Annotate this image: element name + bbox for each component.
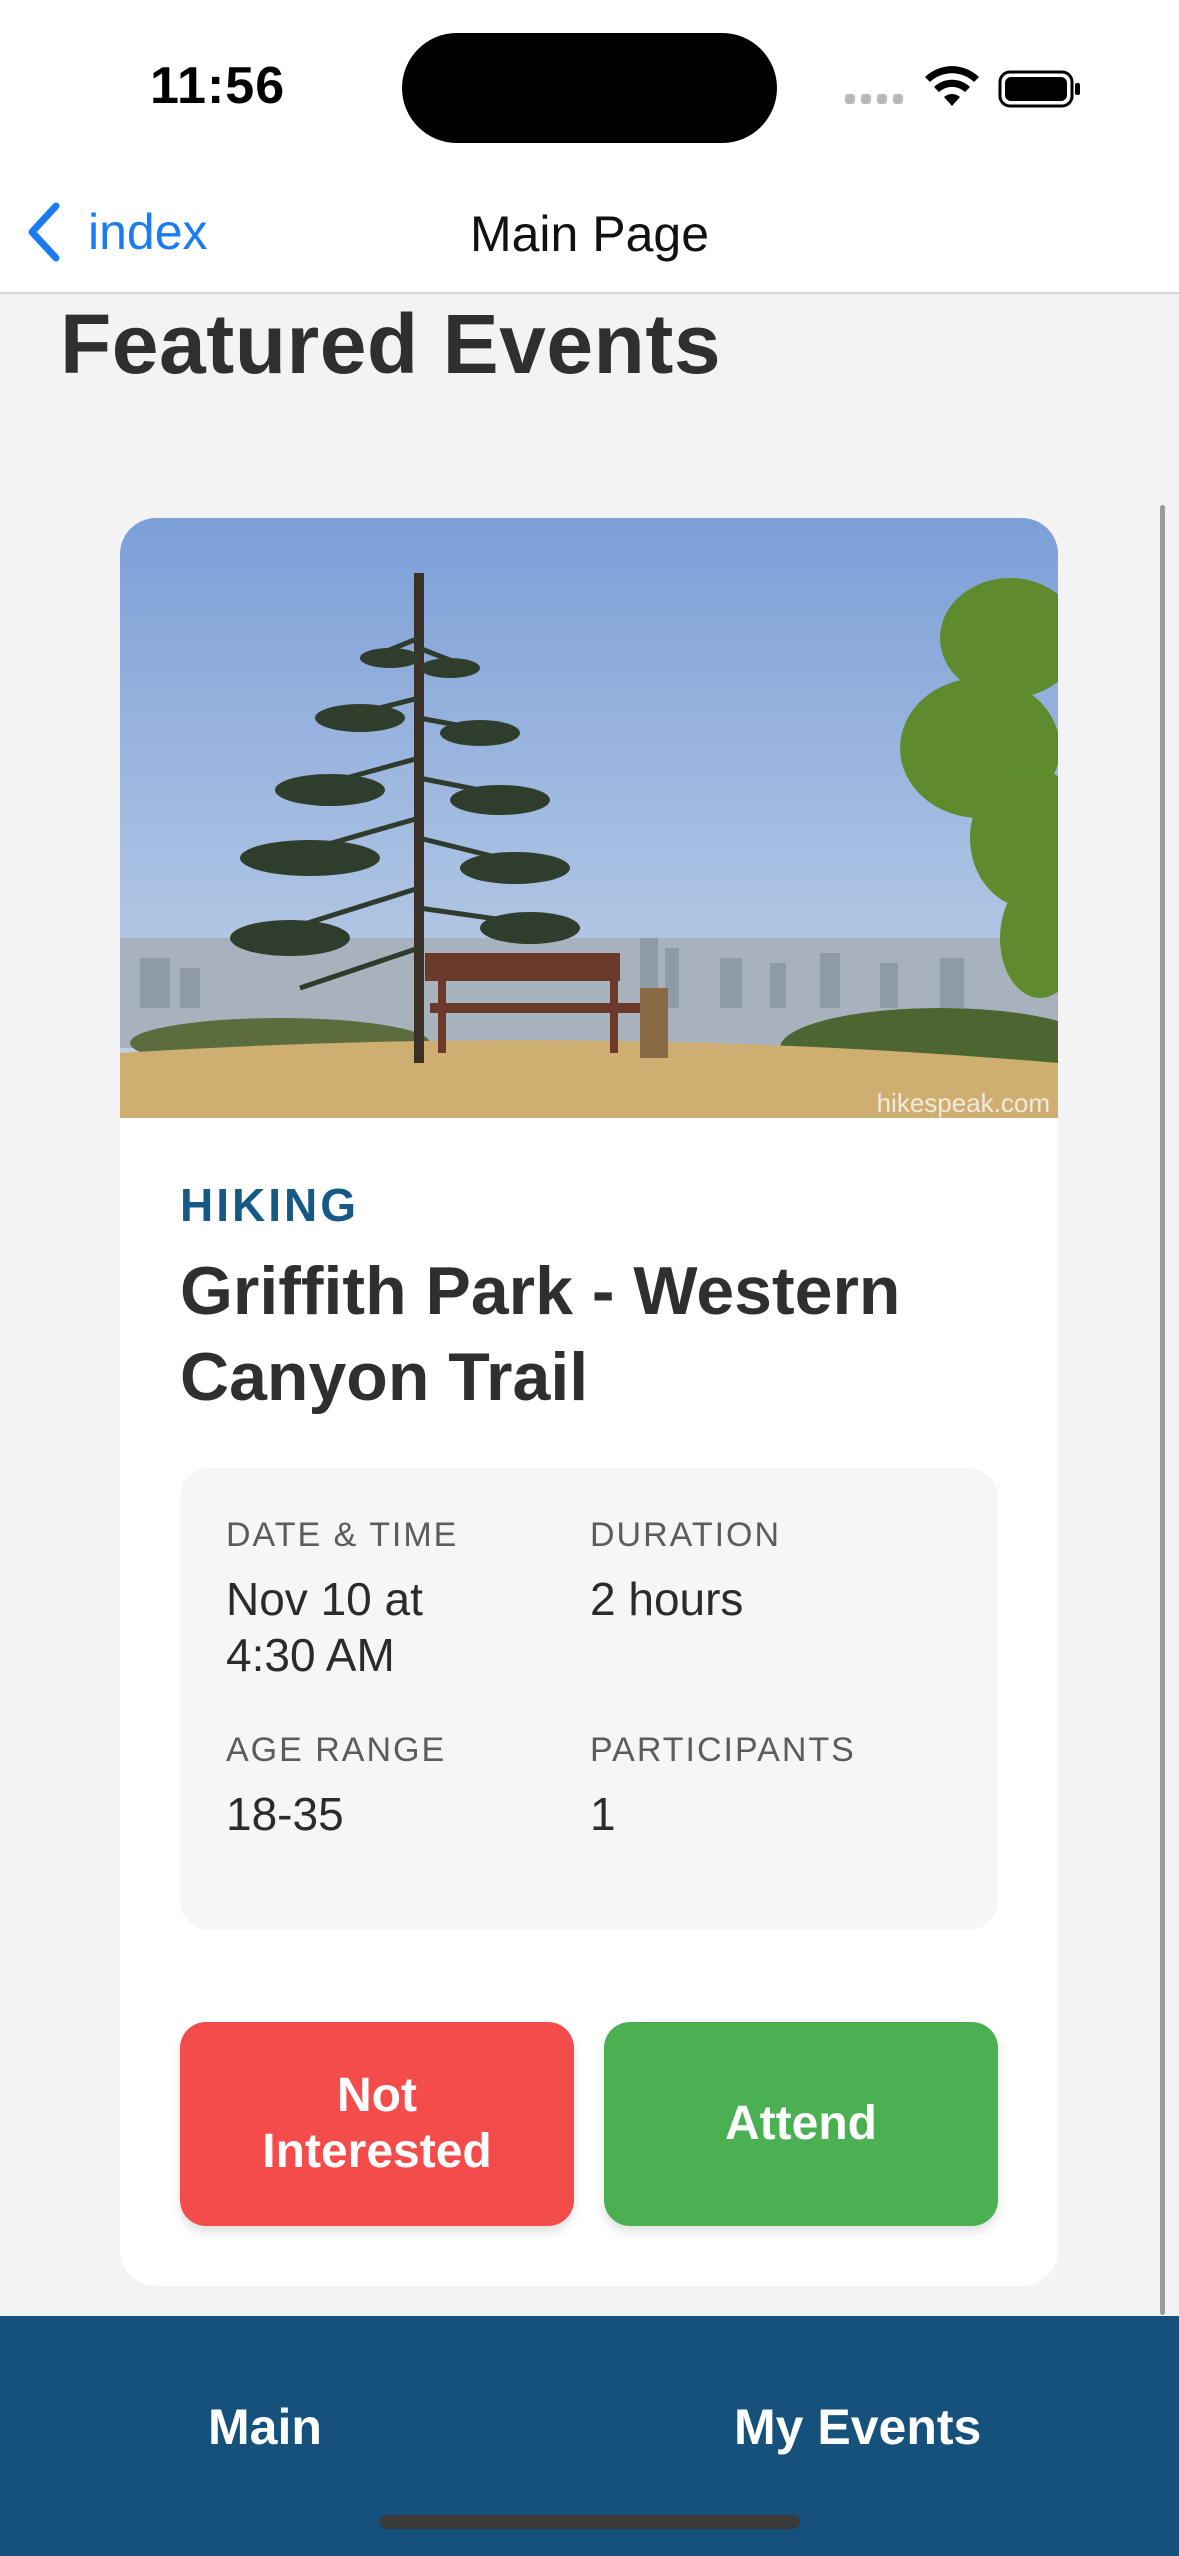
attend-button[interactable]: Attend (604, 2022, 998, 2226)
attend-label: Attend (725, 2097, 877, 2150)
event-info: HIKING Griffith Park - Western Canyon Tr… (180, 1178, 998, 1420)
detail-label: DURATION (590, 1516, 782, 1554)
status-bar: 11:56 (0, 0, 1179, 175)
navigation-bar: index Main Page (0, 175, 1179, 294)
detail-label: PARTICIPANTS (590, 1731, 856, 1769)
page-title: Featured Events (60, 297, 722, 391)
dynamic-island (402, 33, 777, 143)
detail-label: AGE RANGE (226, 1731, 447, 1769)
nav-title: Main Page (469, 206, 710, 262)
detail-label: DATE & TIME (226, 1516, 459, 1554)
tab-my-events[interactable]: My Events (734, 2398, 981, 2456)
detail-value: Nov 10 at 4:30 AM (226, 1573, 423, 1681)
event-details: DATE & TIME Nov 10 at 4:30 AM DURATION 2… (180, 1468, 998, 1930)
battery-icon (998, 70, 1080, 108)
event-image: hikespeak.com (120, 518, 1058, 1118)
event-card: hikespeak.com HIKING Griffith Park - Wes… (120, 518, 1058, 2286)
detail-duration: DURATION 2 hours (590, 1516, 930, 1627)
detail-participants: PARTICIPANTS 1 (590, 1731, 930, 1842)
event-category: HIKING (180, 1179, 359, 1231)
scroll-indicator[interactable] (1160, 505, 1165, 2315)
detail-date-time: DATE & TIME Nov 10 at 4:30 AM (226, 1516, 566, 1683)
not-interested-button[interactable]: Not Interested (180, 2022, 574, 2226)
home-indicator (380, 2515, 800, 2529)
detail-age-range: AGE RANGE 18-35 (226, 1731, 566, 1842)
tab-main[interactable]: Main (208, 2398, 322, 2456)
status-time: 11:56 (150, 57, 286, 115)
image-watermark: hikespeak.com (877, 1088, 1050, 1118)
detail-value: 18-35 (226, 1788, 344, 1840)
wifi-icon (925, 66, 979, 106)
not-interested-label: Not Interested (262, 2069, 492, 2178)
event-title: Griffith Park - Western Canyon Trail (180, 1253, 901, 1415)
detail-value: 2 hours (590, 1573, 744, 1625)
detail-value: 1 (590, 1788, 616, 1840)
signal-icon (845, 94, 903, 104)
